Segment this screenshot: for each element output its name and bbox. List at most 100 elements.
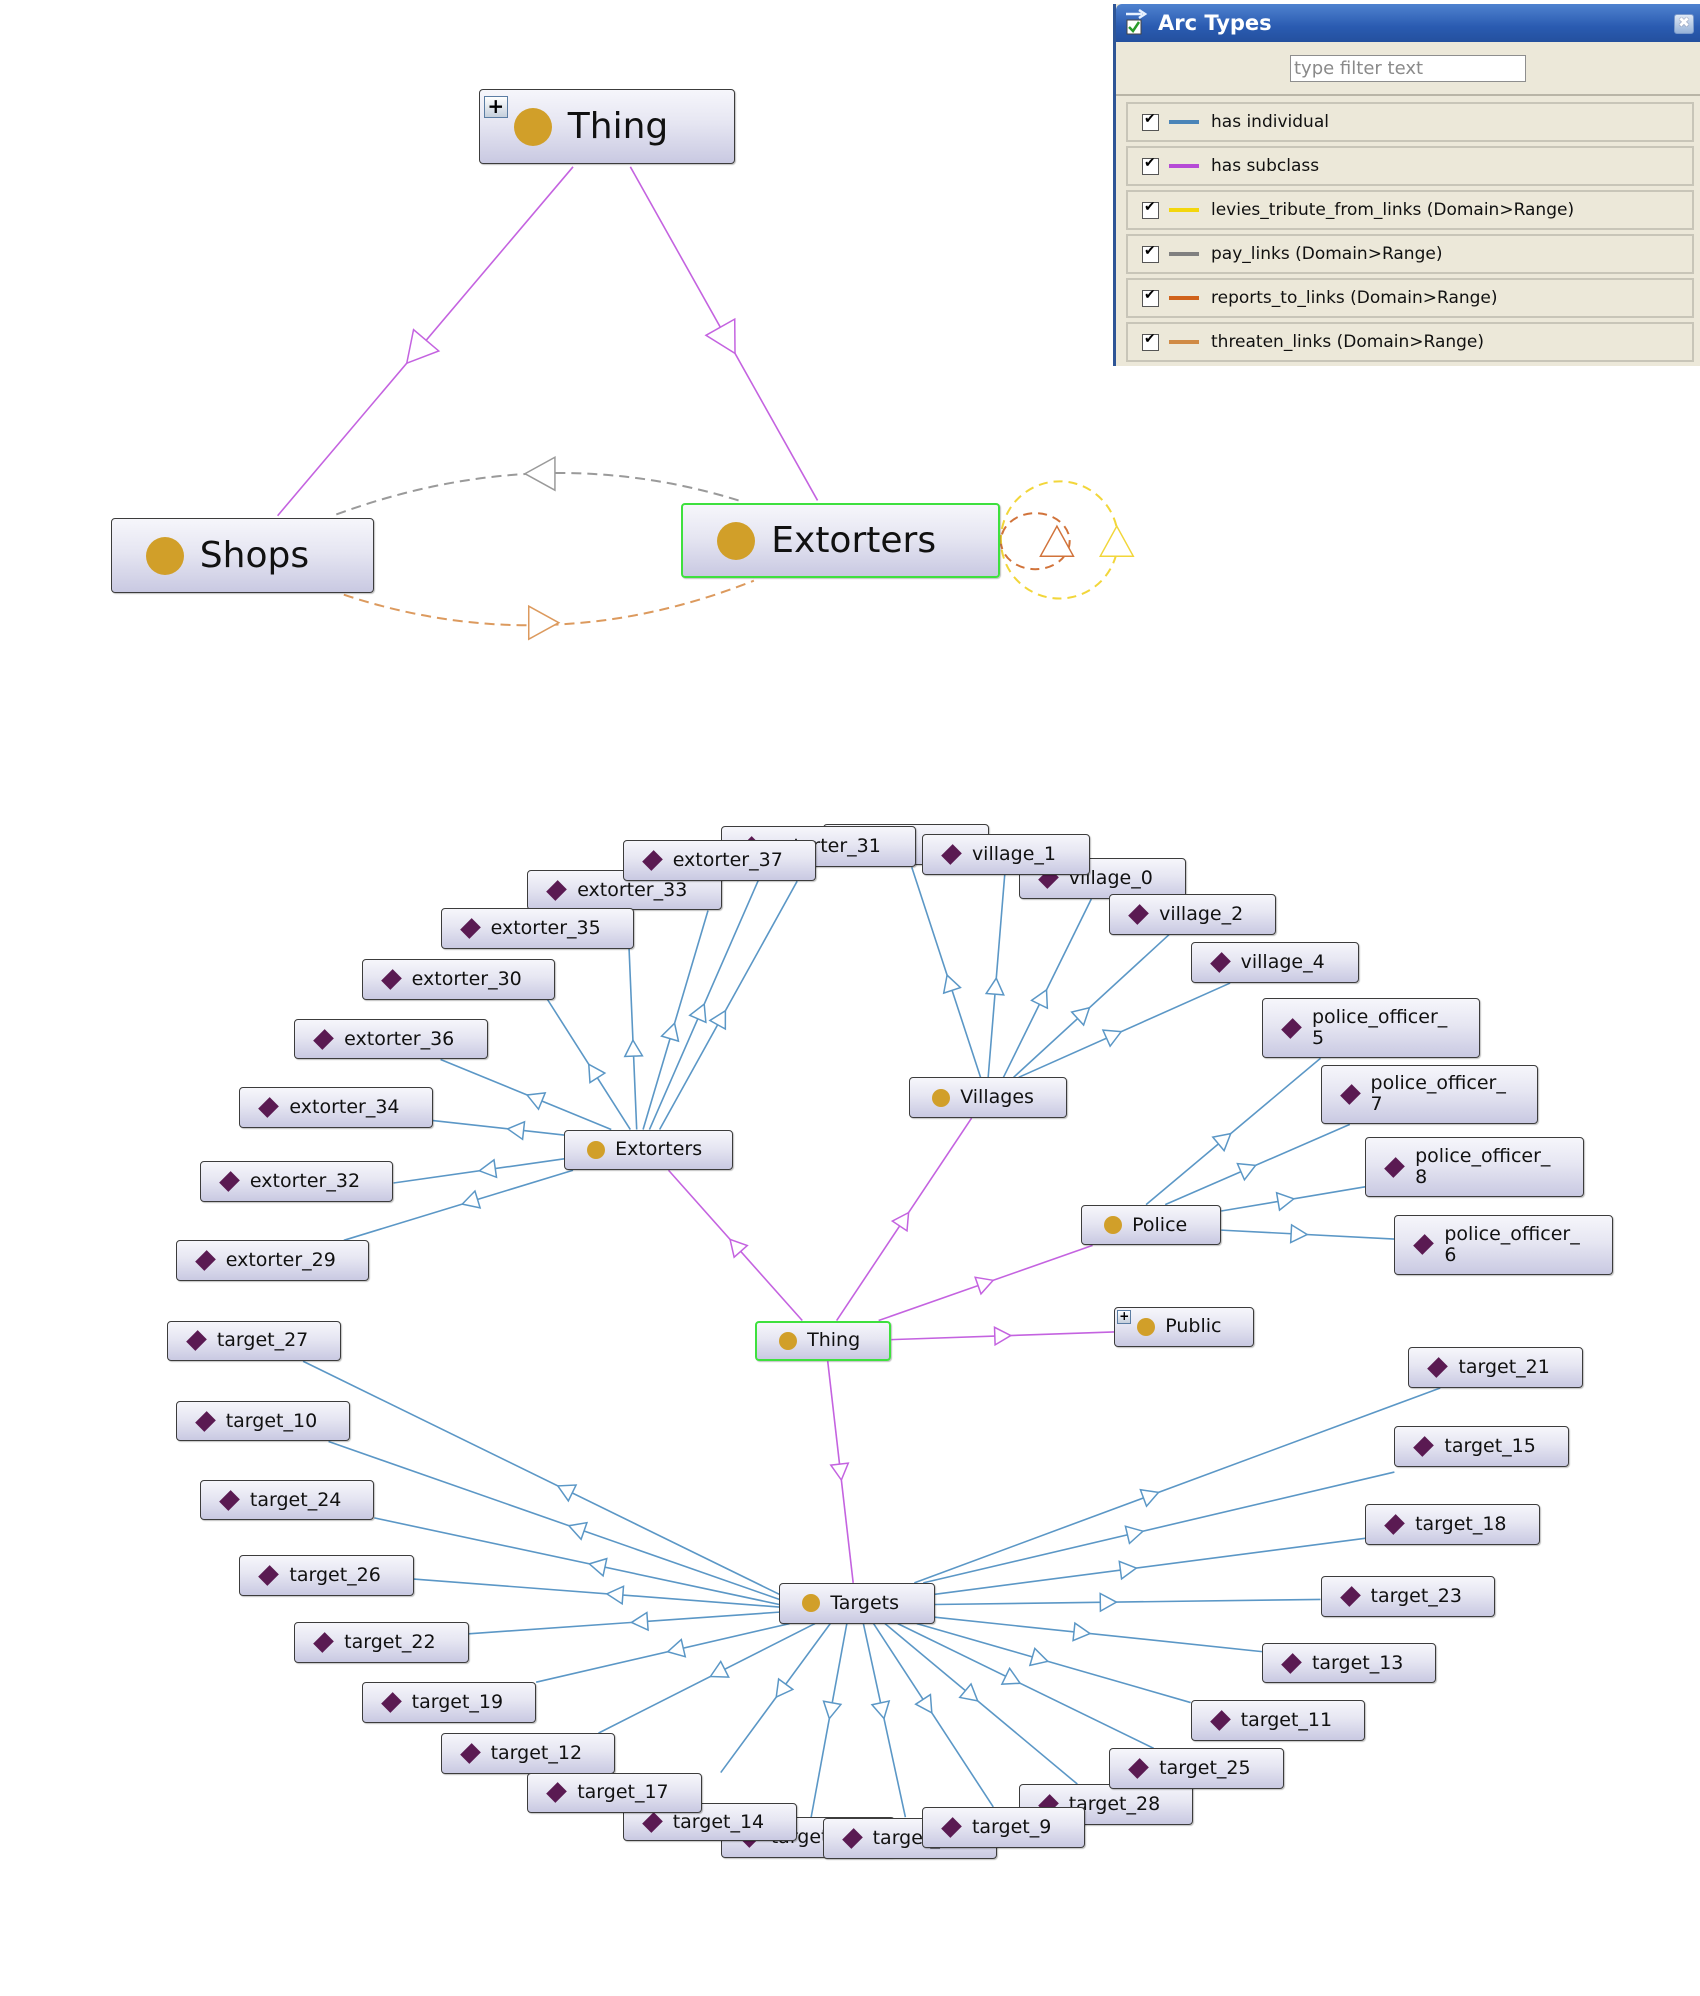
arc-type-label: reports_to_links (Domain>Range) xyxy=(1211,288,1498,308)
class-node-police[interactable]: Police xyxy=(1081,1204,1222,1246)
class-icon xyxy=(513,107,552,146)
class-node-public[interactable]: + Public xyxy=(1114,1306,1255,1348)
subclass-edge-arrowhead xyxy=(890,1211,910,1233)
has-individual-edge-arrowhead xyxy=(1124,1525,1145,1545)
arc-type-row[interactable]: has subclass xyxy=(1126,146,1694,186)
class-node-thing[interactable]: Thing xyxy=(755,1320,892,1362)
class-node-targets[interactable]: Targets xyxy=(779,1582,935,1624)
individual-node[interactable]: police_officer_ 6 xyxy=(1394,1214,1614,1275)
individual-node[interactable]: target_21 xyxy=(1408,1347,1583,1388)
node-label: target_11 xyxy=(1240,1708,1333,1731)
node-shops[interactable]: Shops xyxy=(110,518,375,594)
arc-type-checkbox[interactable] xyxy=(1142,155,1159,175)
arc-type-label: levies_tribute_from_links (Domain>Range) xyxy=(1211,200,1575,220)
has-individual-edge-arrowhead xyxy=(1118,1560,1138,1581)
node-label: target_9 xyxy=(971,1815,1052,1838)
individual-node[interactable]: extorter_36 xyxy=(294,1018,488,1060)
has-individual-edge xyxy=(934,1598,1321,1606)
individual-node[interactable]: target_9 xyxy=(921,1806,1085,1848)
has-individual-edge xyxy=(934,1537,1366,1596)
individual-node[interactable]: target_19 xyxy=(361,1682,537,1723)
individual-node[interactable]: target_13 xyxy=(1261,1642,1437,1684)
node-label: Thing xyxy=(567,105,669,147)
class-node-villages[interactable]: Villages xyxy=(909,1077,1068,1119)
has-individual-edge xyxy=(468,1611,780,1635)
has-individual-edge-arrowhead xyxy=(506,1120,526,1141)
individual-node[interactable]: target_27 xyxy=(166,1320,342,1362)
individual-node[interactable]: extorter_34 xyxy=(239,1087,433,1129)
individual-node[interactable]: police_officer_ 7 xyxy=(1320,1064,1539,1125)
individual-node[interactable]: village_2 xyxy=(1109,893,1276,935)
individual-node[interactable]: target_15 xyxy=(1394,1426,1569,1467)
individual-node[interactable]: target_18 xyxy=(1365,1503,1540,1545)
close-icon[interactable]: ✖ xyxy=(1674,14,1694,34)
class-icon xyxy=(587,1140,606,1159)
class-node-extorters[interactable]: Extorters xyxy=(564,1129,734,1171)
threaten-edge-arrowhead xyxy=(527,604,561,641)
individual-node[interactable]: target_12 xyxy=(440,1733,616,1774)
node-label: target_23 xyxy=(1370,1585,1462,1608)
class-icon xyxy=(802,1594,821,1613)
node-label: extorter_34 xyxy=(289,1096,400,1119)
individual-node[interactable]: target_24 xyxy=(199,1479,375,1521)
node-label: target_19 xyxy=(411,1691,504,1714)
has-individual-edge xyxy=(916,1622,1191,1704)
expand-icon[interactable]: + xyxy=(1117,1309,1132,1324)
individual-node[interactable]: extorter_32 xyxy=(199,1161,394,1203)
arc-type-row[interactable]: levies_tribute_from_links (Domain>Range) xyxy=(1126,190,1694,230)
arc-type-row[interactable]: has individual xyxy=(1126,102,1694,142)
individual-icon xyxy=(1413,1436,1435,1457)
individual-icon xyxy=(1281,1017,1302,1039)
individual-node[interactable]: police_officer_ 5 xyxy=(1261,998,1480,1059)
individual-node[interactable]: extorter_35 xyxy=(440,907,635,949)
individual-node[interactable]: extorter_29 xyxy=(175,1240,370,1282)
arc-type-checkbox[interactable] xyxy=(1142,111,1159,131)
node-label: village_4 xyxy=(1240,951,1325,974)
has-individual-edge-arrowhead xyxy=(942,973,962,995)
arc-type-checkbox[interactable] xyxy=(1142,331,1159,351)
filter-input[interactable] xyxy=(1290,54,1526,82)
individual-icon xyxy=(258,1097,280,1119)
individual-icon xyxy=(546,1782,568,1804)
individual-node[interactable]: extorter_30 xyxy=(361,958,556,1000)
arc-type-checkbox[interactable] xyxy=(1142,287,1159,307)
expand-icon[interactable]: + xyxy=(483,96,508,119)
subclass-edge-arrowhead xyxy=(974,1276,995,1296)
individual-node[interactable]: police_officer_ 8 xyxy=(1365,1137,1585,1197)
arc-type-row[interactable]: reports_to_links (Domain>Range) xyxy=(1126,278,1694,318)
node-extorters[interactable]: Extorters xyxy=(681,502,1000,579)
has-individual-edge-arrowhead xyxy=(525,1092,547,1111)
individual-node[interactable]: village_1 xyxy=(921,834,1091,875)
has-individual-edge xyxy=(872,1623,994,1808)
arc-type-label: pay_links (Domain>Range) xyxy=(1211,244,1443,264)
node-label: extorter_29 xyxy=(225,1249,336,1272)
has-individual-edge-arrowhead xyxy=(1072,1621,1092,1642)
arc-type-checkbox[interactable] xyxy=(1142,243,1159,263)
arc-types-panel: Arc Types ✖ has individual has subclass le… xyxy=(1113,4,1700,366)
node-label: extorter_37 xyxy=(672,849,783,872)
has-individual-edge-arrowhead xyxy=(914,1693,933,1715)
individual-node[interactable]: target_22 xyxy=(294,1622,469,1664)
arc-color-swatch xyxy=(1169,208,1199,212)
has-individual-edge xyxy=(914,1387,1441,1584)
node-label: target_14 xyxy=(672,1810,765,1833)
individual-icon xyxy=(194,1410,216,1432)
has-individual-edge-arrowhead xyxy=(567,1521,589,1541)
individual-node[interactable]: target_26 xyxy=(239,1554,414,1596)
individual-node[interactable]: target_17 xyxy=(527,1772,702,1814)
has-individual-edge xyxy=(1018,982,1231,1079)
individual-node[interactable]: target_25 xyxy=(1109,1748,1284,1790)
levies-tribute-arrowhead xyxy=(1099,524,1135,557)
arc-type-checkbox[interactable] xyxy=(1142,199,1159,219)
individual-node[interactable]: extorter_37 xyxy=(622,840,817,882)
node-thing[interactable]: + Thing xyxy=(478,89,735,165)
individual-icon xyxy=(841,1828,863,1850)
arc-type-row[interactable]: pay_links (Domain>Range) xyxy=(1126,234,1694,274)
has-individual-edge-arrowhead xyxy=(477,1158,498,1179)
arc-type-label: has individual xyxy=(1211,112,1329,132)
individual-node[interactable]: village_4 xyxy=(1190,942,1359,984)
individual-node[interactable]: target_23 xyxy=(1320,1576,1495,1618)
individual-node[interactable]: target_10 xyxy=(175,1400,351,1442)
individual-node[interactable]: target_11 xyxy=(1190,1700,1366,1741)
arc-type-row[interactable]: threaten_links (Domain>Range) xyxy=(1126,322,1694,362)
